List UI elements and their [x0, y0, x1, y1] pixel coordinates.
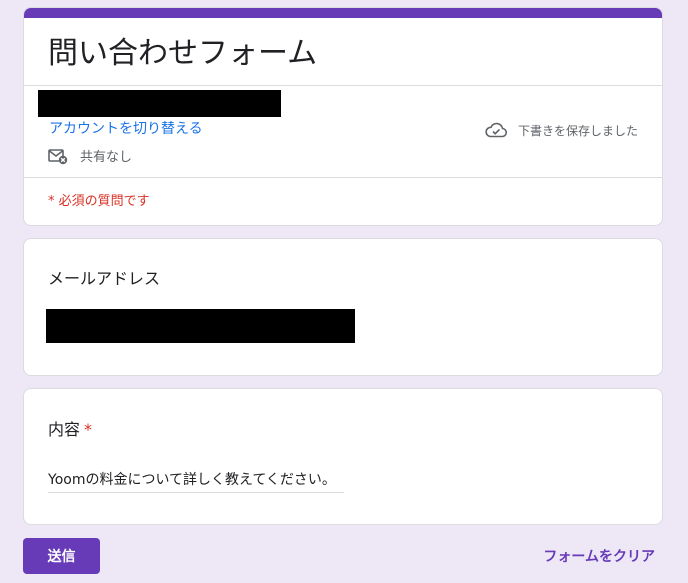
question-card-email: メールアドレス [23, 238, 663, 376]
form-title: 問い合わせフォーム [48, 36, 318, 71]
question-title-text: 内容 [48, 420, 81, 439]
draft-saved-label: 下書きを保存しました [517, 123, 638, 138]
question-title: 内容 * [48, 416, 92, 440]
header-divider [24, 85, 662, 86]
share-status-label: 共有なし [80, 150, 133, 165]
required-asterisk: * [84, 420, 93, 439]
share-status: 共有なし [48, 146, 132, 165]
content-answer-input[interactable]: Yoomの料金について詳しく教えてください。 [48, 469, 344, 493]
redacted-email-value [46, 309, 355, 343]
redacted-account-email [38, 90, 281, 117]
mail-blocked-icon [48, 147, 68, 165]
switch-account-link[interactable]: アカウントを切り替える [49, 118, 203, 138]
submit-button[interactable]: 送信 [23, 538, 100, 574]
header-accent-bar [24, 8, 662, 18]
cloud-check-icon [484, 120, 508, 140]
header-divider [24, 177, 662, 178]
question-card-content: 内容 * Yoomの料金について詳しく教えてください。 [23, 388, 663, 525]
question-title: メールアドレス [48, 269, 161, 288]
clear-form-button[interactable]: フォームをクリア [543, 546, 655, 566]
required-note: * 必須の質問です [48, 194, 150, 209]
draft-saved-status: 下書きを保存しました [484, 120, 638, 140]
form-header-card: 問い合わせフォーム アカウントを切り替える 共有なし 下書きを保存しました * … [23, 7, 663, 226]
